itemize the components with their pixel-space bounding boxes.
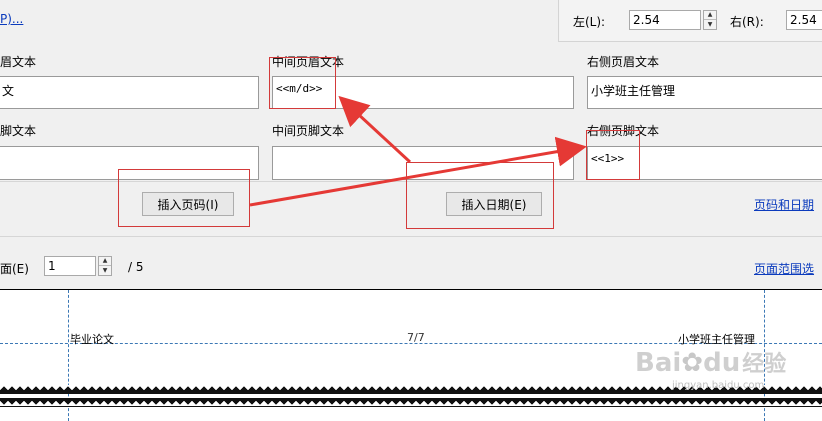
annotation-arrows [249, 95, 587, 207]
arrow-to-center-header [338, 95, 412, 164]
arrow-to-right-footer [249, 136, 587, 207]
